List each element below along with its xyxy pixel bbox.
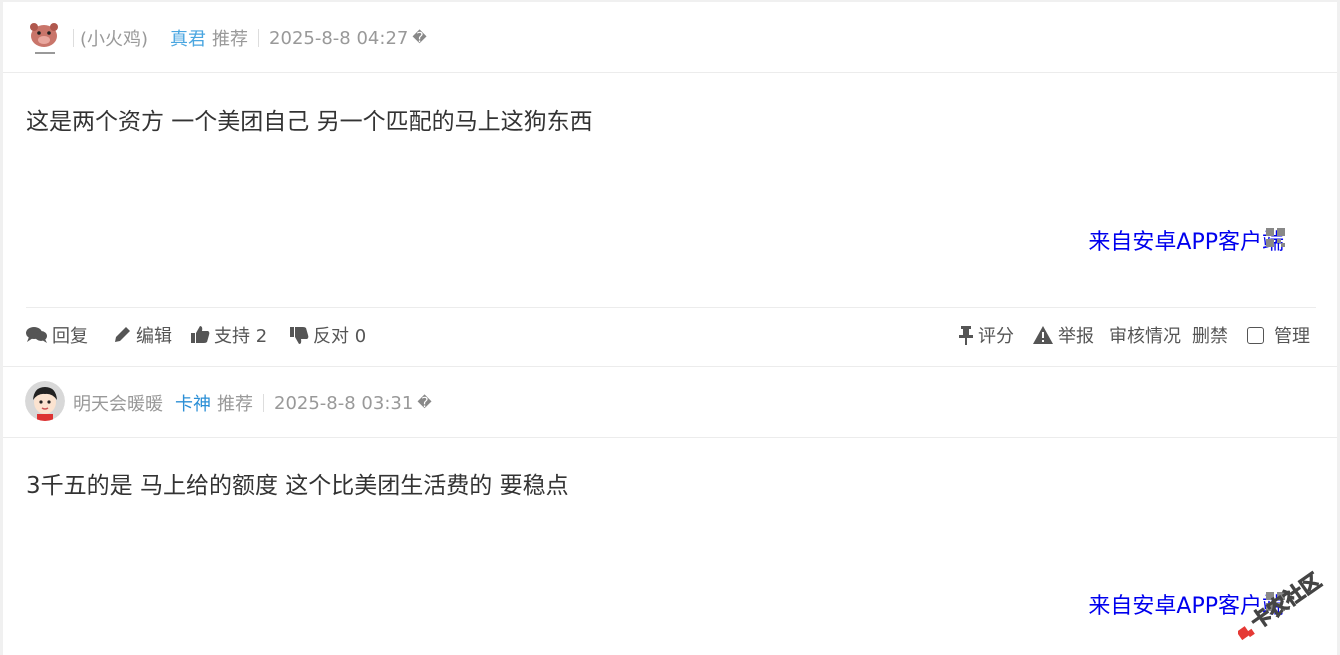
edit-label[interactable]: 编辑 [136, 322, 172, 348]
username[interactable]: (小火鸡) [80, 25, 148, 51]
kanong-logo-icon: 卡农社区 [1236, 568, 1326, 641]
meta-separator [263, 394, 264, 412]
meta-divider [73, 29, 74, 47]
report-label[interactable]: 举报 [1058, 322, 1094, 348]
cartoon-boy-avatar-icon [25, 381, 65, 421]
manage-checkbox[interactable] [1247, 326, 1264, 344]
post-time: 2025-8-8 04:27 [269, 27, 409, 49]
pin-icon [959, 326, 973, 345]
support-label[interactable]: 支持 2 [214, 322, 267, 348]
client-label[interactable]: 来自安卓APP客户端 [1088, 224, 1284, 256]
post-meta: (小火鸡) 真君 推荐 2025-8-8 04:27 � [73, 25, 427, 51]
post-content: 3千五的是 马上给的额度 这个比美团生活费的 要稳点 [26, 473, 569, 499]
post-2: 明天会暖暖 卡神 推荐 2025-8-8 03:31 � 3千五的是 马上给的额… [3, 367, 1337, 655]
oppose-label[interactable]: 反对 0 [313, 322, 366, 348]
post-header: 明天会暖暖 卡神 推荐 2025-8-8 03:31 � [3, 367, 1337, 438]
review-label[interactable]: 审核情况 [1109, 322, 1181, 348]
post-1: (小火鸡) 真君 推荐 2025-8-8 04:27 � 这是两个资方 一个美团… [3, 2, 1337, 367]
thumbs-up-icon [191, 326, 210, 343]
post-header: (小火鸡) 真君 推荐 2025-8-8 04:27 � [3, 2, 1337, 73]
recommend-label[interactable]: 推荐 [217, 390, 253, 416]
manage-toggle[interactable]: 管理 [1247, 322, 1310, 348]
rank-badge[interactable]: 真君 [170, 25, 206, 51]
post-actions: 回复 编辑 支持 2 反对 0 评分 举报 审核情况 删禁 管理 [26, 322, 1316, 352]
warning-icon [1033, 326, 1053, 344]
client-link[interactable]: 来自安卓APP客户端 [1088, 224, 1284, 256]
site-watermark: 卡农社区 [1236, 565, 1338, 645]
reply-button[interactable]: 回复 [26, 322, 88, 348]
username[interactable]: 明天会暖暖 [73, 390, 163, 416]
unknown-glyph: � [417, 395, 432, 411]
unknown-glyph: � [412, 30, 427, 46]
manage-label[interactable]: 管理 [1274, 322, 1310, 348]
meta-separator [258, 29, 260, 47]
avatar[interactable] [25, 381, 65, 421]
rate-label[interactable]: 评分 [978, 322, 1014, 348]
rank-badge[interactable]: 卡神 [175, 390, 211, 416]
thumbs-down-icon [290, 327, 309, 344]
post-content: 这是两个资方 一个美团自己 另一个匹配的马上这狗东西 [26, 109, 593, 135]
svg-text:卡农社区: 卡农社区 [1246, 568, 1325, 634]
ban-link[interactable]: 删禁 [1192, 322, 1228, 348]
reply-label[interactable]: 回复 [52, 322, 88, 348]
comments-icon [26, 327, 47, 343]
support-button[interactable]: 支持 2 [190, 322, 267, 348]
rate-button[interactable]: 评分 [958, 322, 1014, 348]
pencil-icon [115, 327, 130, 342]
avatar[interactable] [25, 18, 65, 58]
cartoon-pig-avatar-icon [25, 18, 65, 58]
action-divider [26, 307, 1316, 308]
recommend-label[interactable]: 推荐 [212, 25, 248, 51]
review-status-link[interactable]: 审核情况 [1109, 322, 1181, 348]
post-time: 2025-8-8 03:31 [274, 392, 414, 414]
qrcode-icon[interactable] [1266, 228, 1286, 248]
post-meta: 明天会暖暖 卡神 推荐 2025-8-8 03:31 � [73, 390, 432, 416]
report-button[interactable]: 举报 [1032, 322, 1094, 348]
ban-label[interactable]: 删禁 [1192, 322, 1228, 348]
oppose-button[interactable]: 反对 0 [289, 322, 366, 348]
edit-button[interactable]: 编辑 [112, 322, 172, 348]
